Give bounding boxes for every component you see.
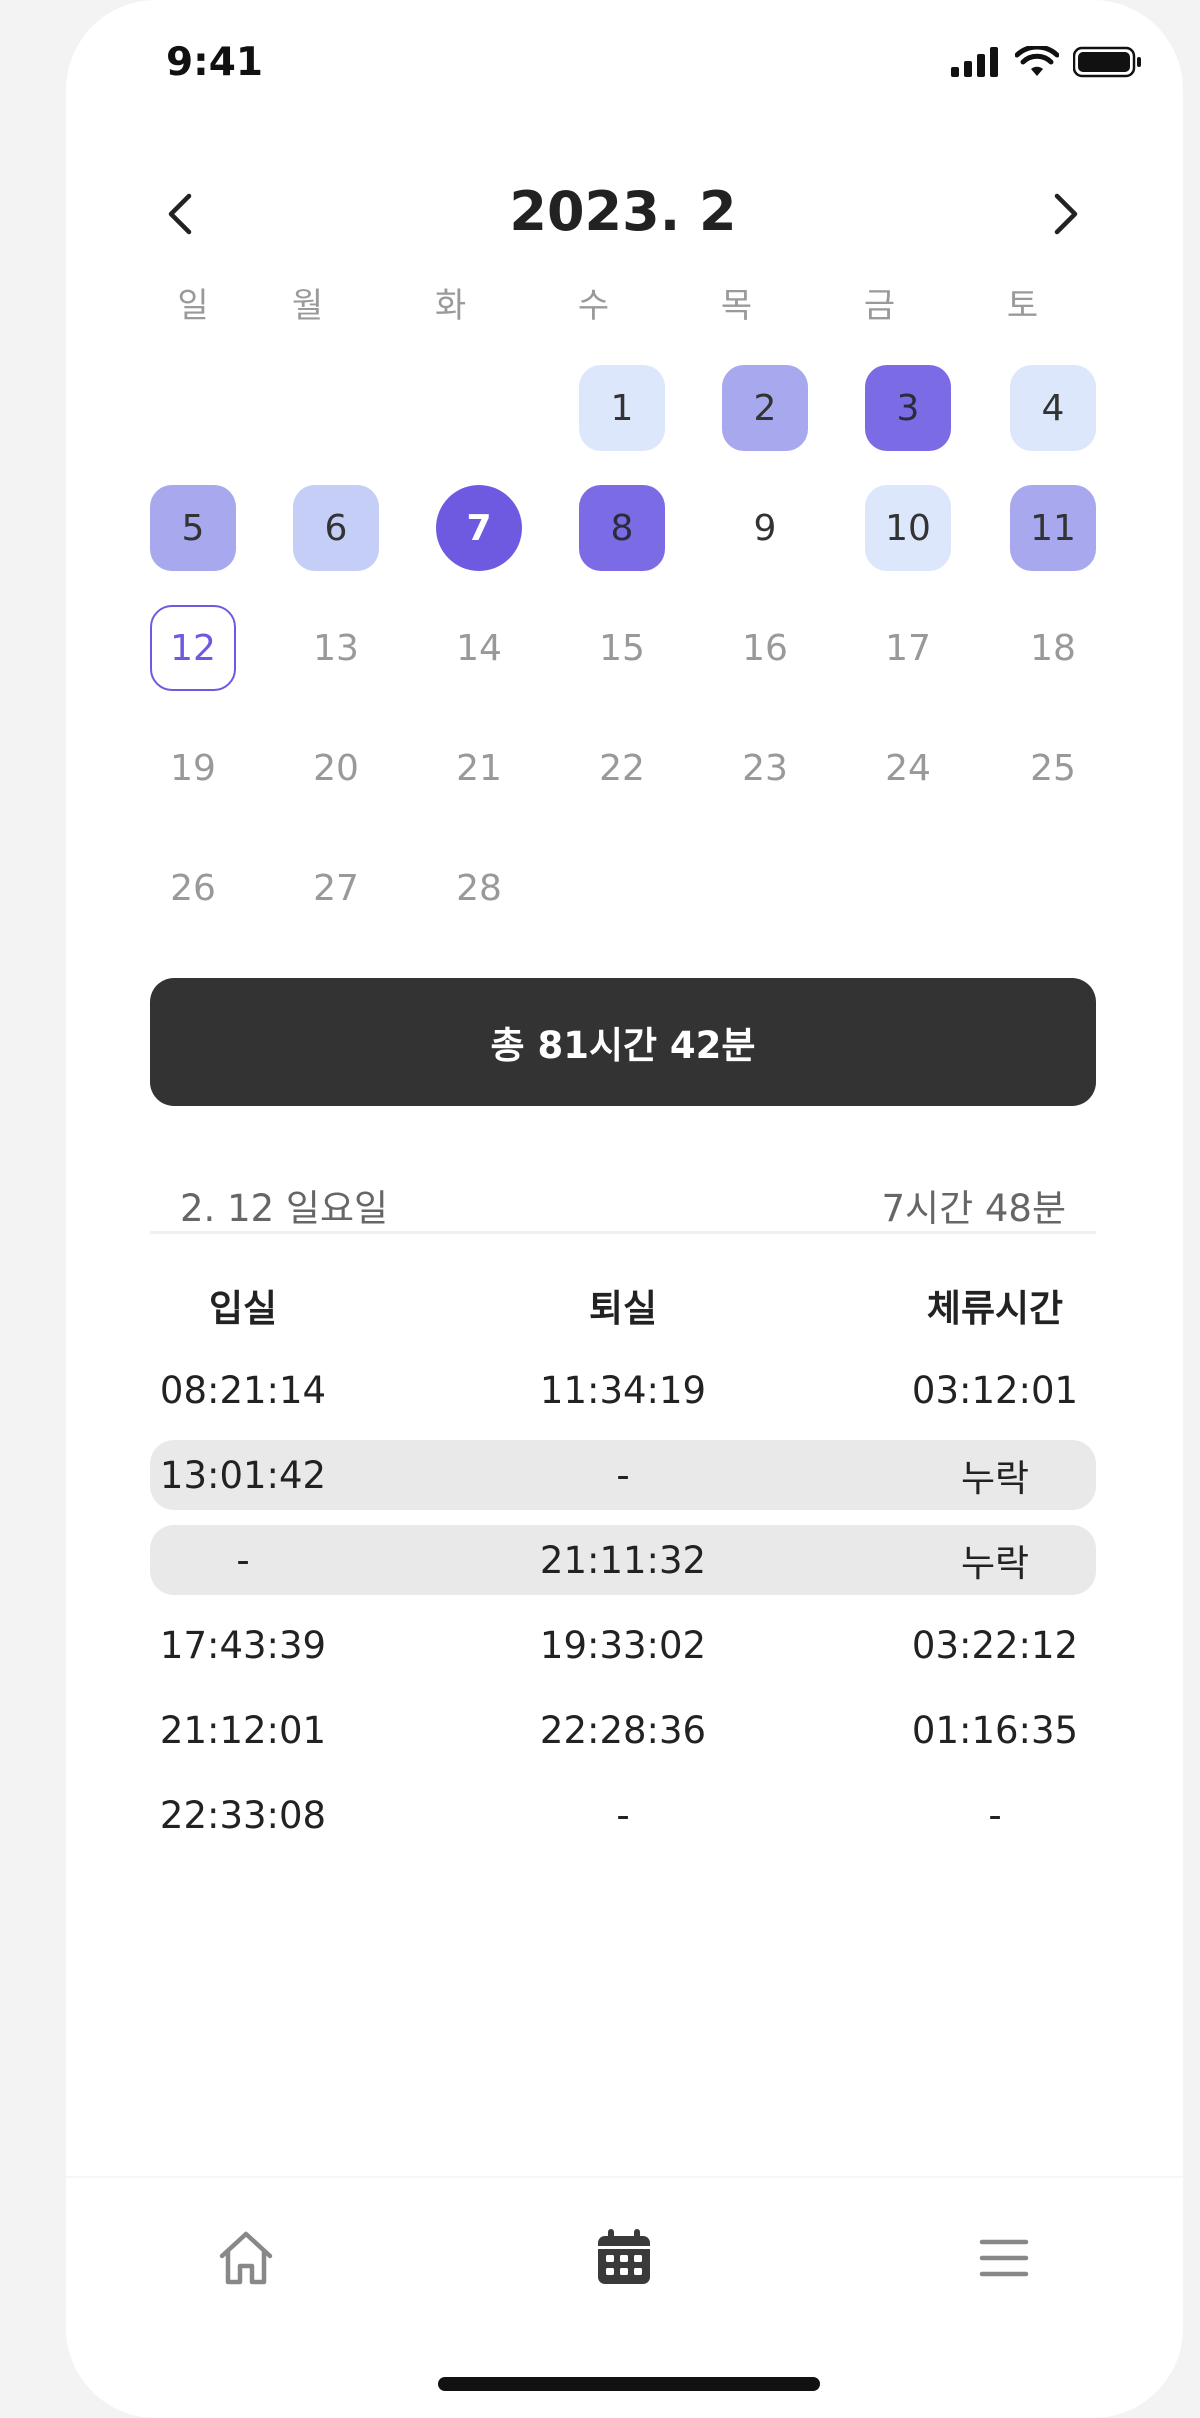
calendar-day-8[interactable]: 8	[579, 485, 665, 571]
check-in-cell: 13:01:42	[159, 1453, 327, 1497]
status-time: 9:41	[166, 40, 264, 85]
table-row-missing[interactable]: - 21:11:32 누락	[150, 1525, 1096, 1595]
battery-icon	[1073, 46, 1141, 78]
calendar-day-12-selected[interactable]: 12	[150, 605, 236, 691]
calendar-day-11[interactable]: 11	[1010, 485, 1096, 571]
selected-date: 2. 12 일요일	[180, 1187, 389, 1230]
check-out-cell: 21:11:32	[539, 1538, 707, 1582]
stay-time-cell: -	[988, 1793, 1002, 1837]
stay-time-cell: 누락	[960, 1457, 1030, 1500]
calendar-day-16[interactable]: 16	[722, 605, 808, 691]
check-out-cell: -	[616, 1453, 630, 1497]
next-month-button[interactable]	[1036, 184, 1096, 244]
check-out-cell: 22:28:36	[539, 1708, 707, 1752]
tab-home[interactable]	[206, 2218, 286, 2298]
check-out-cell: 11:34:19	[539, 1368, 707, 1412]
check-in-cell: 22:33:08	[159, 1793, 327, 1837]
calendar-day-25[interactable]: 25	[1010, 725, 1096, 811]
calendar-day-6[interactable]: 6	[293, 485, 379, 571]
weekday-label: 금	[863, 286, 896, 326]
status-icons	[951, 46, 1143, 78]
calendar-day-27[interactable]: 27	[293, 845, 379, 931]
calendar-day-26[interactable]: 26	[150, 845, 236, 931]
signal-icon	[951, 47, 998, 77]
total-time-text: 총 81시간 42분	[490, 1024, 756, 1067]
phone-screen: 9:41 2023. 2 일 월 화 수 목 금 토 1 2 3 4 5 6 7…	[66, 0, 1183, 2418]
check-in-cell: -	[236, 1538, 250, 1582]
bottom-tab-bar	[66, 2176, 1183, 2326]
header-check-in: 입실	[208, 1287, 278, 1330]
selected-day-duration: 7시간 48분	[881, 1187, 1066, 1230]
calendar-day-10[interactable]: 10	[865, 485, 951, 571]
calendar-day-22[interactable]: 22	[579, 725, 665, 811]
weekday-label: 화	[434, 286, 467, 326]
attendance-table: 입실 퇴실 체류시간 08:21:14 11:34:19 03:12:01 13…	[150, 1270, 1096, 1865]
calendar-day-14[interactable]: 14	[436, 605, 522, 691]
selected-day-summary: 2. 12 일요일 7시간 48분	[150, 1168, 1096, 1234]
total-time-banner: 총 81시간 42분	[150, 978, 1096, 1106]
check-out-cell: -	[616, 1793, 630, 1837]
home-indicator	[438, 2377, 820, 2391]
check-out-cell: 19:33:02	[539, 1623, 707, 1667]
check-in-cell: 21:12:01	[159, 1708, 327, 1752]
calendar-day-28[interactable]: 28	[436, 845, 522, 931]
stay-time-cell: 03:12:01	[911, 1368, 1079, 1412]
calendar-day-17[interactable]: 17	[865, 605, 951, 691]
check-in-cell: 17:43:39	[159, 1623, 327, 1667]
calendar-day-20[interactable]: 20	[293, 725, 379, 811]
weekday-label: 수	[577, 286, 610, 326]
calendar-day-1[interactable]: 1	[579, 365, 665, 451]
chevron-right-icon	[1054, 193, 1078, 235]
header-stay-time: 체류시간	[926, 1287, 1064, 1330]
stay-time-cell: 01:16:35	[911, 1708, 1079, 1752]
calendar-day-23[interactable]: 23	[722, 725, 808, 811]
home-icon	[219, 2231, 273, 2285]
table-row: 17:43:39 19:33:02 03:22:12	[150, 1610, 1096, 1680]
weekday-label: 월	[291, 286, 324, 326]
wifi-icon	[1015, 46, 1059, 76]
stay-time-cell: 03:22:12	[911, 1623, 1079, 1667]
calendar-day-7[interactable]: 7	[436, 485, 522, 571]
month-header: 2023. 2	[150, 170, 1096, 260]
month-title: 2023. 2	[509, 180, 737, 243]
calendar-grid: 1 2 3 4 5 6 7 8 9 10 11 12 13 14 15 16 1…	[150, 365, 1096, 925]
tab-menu[interactable]	[964, 2218, 1044, 2298]
calendar-day-15[interactable]: 15	[579, 605, 665, 691]
calendar-day-4[interactable]: 4	[1010, 365, 1096, 451]
table-row: 22:33:08 - -	[150, 1780, 1096, 1850]
calendar-day-13[interactable]: 13	[293, 605, 379, 691]
table-row: 08:21:14 11:34:19 03:12:01	[150, 1355, 1096, 1425]
menu-icon	[979, 2239, 1029, 2277]
calendar-day-21[interactable]: 21	[436, 725, 522, 811]
table-row-missing[interactable]: 13:01:42 - 누락	[150, 1440, 1096, 1510]
calendar-day-9[interactable]: 9	[722, 485, 808, 571]
header-check-out: 퇴실	[588, 1287, 658, 1330]
calendar-day-3[interactable]: 3	[865, 365, 951, 451]
calendar-day-24[interactable]: 24	[865, 725, 951, 811]
stay-time-cell: 누락	[960, 1542, 1030, 1585]
weekday-label: 일	[177, 286, 209, 326]
calendar-day-5[interactable]: 5	[150, 485, 236, 571]
calendar-day-18[interactable]: 18	[1010, 605, 1096, 691]
weekday-label: 목	[720, 286, 753, 326]
weekday-label: 토	[1006, 286, 1039, 326]
check-in-cell: 08:21:14	[159, 1368, 327, 1412]
weekday-row: 일 월 화 수 목 금 토	[150, 278, 1096, 327]
calendar-icon	[598, 2229, 650, 2284]
tab-calendar[interactable]	[584, 2218, 664, 2298]
table-header-row: 입실 퇴실 체류시간	[150, 1270, 1096, 1340]
table-row: 21:12:01 22:28:36 01:16:35	[150, 1695, 1096, 1765]
calendar-day-19[interactable]: 19	[150, 725, 236, 811]
calendar-day-2[interactable]: 2	[722, 365, 808, 451]
